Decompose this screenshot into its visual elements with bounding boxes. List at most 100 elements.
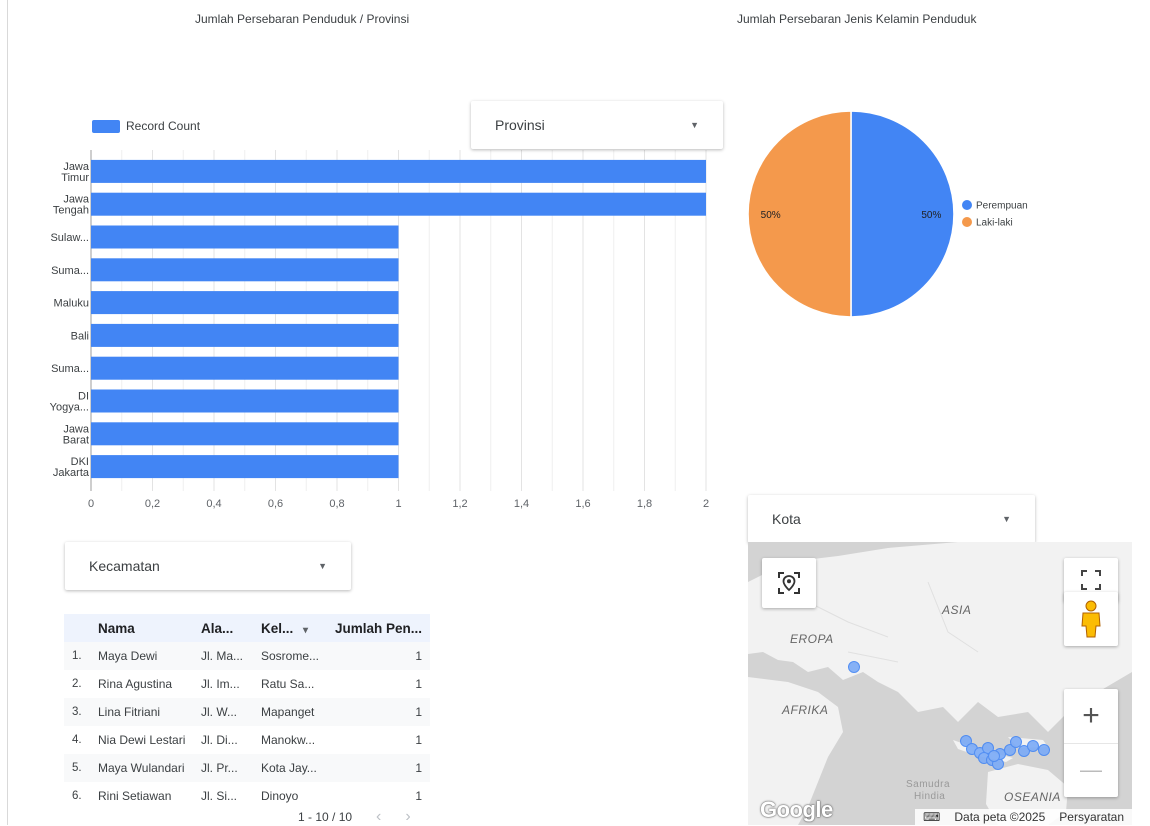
bar[interactable] [91, 389, 399, 413]
pie-slice-label: 50% [921, 210, 941, 221]
keyboard-icon[interactable]: ⌨ [923, 810, 940, 824]
row-index: 2. [72, 678, 82, 690]
fullscreen-icon [1081, 570, 1101, 590]
table-row: 6. Rini Setiawan Jl. Si... Dinoyo 1 [64, 782, 430, 810]
y-tick-label: Suma... [51, 265, 89, 277]
x-tick-label: 0,8 [329, 498, 344, 510]
map-label-oseania: OSEANIA [1004, 790, 1061, 804]
kota-filter-dropdown[interactable]: Kota ▼ [748, 495, 1035, 543]
cell-jumlah: 1 [415, 789, 422, 803]
provinsi-filter-dropdown[interactable]: Provinsi ▼ [471, 101, 723, 149]
kota-filter-label: Kota [772, 511, 801, 527]
header-kelurahan-label: Kel... [261, 620, 294, 636]
header-nama[interactable]: Nama [98, 621, 201, 636]
y-tick-label: Jawa Barat [63, 423, 90, 446]
cell-alamat: Jl. W... [201, 705, 237, 719]
x-tick-label: 1,2 [452, 498, 467, 510]
map-view[interactable]: ASIA EROPA AFRIKA OSEANIA Samudra Hindia… [748, 542, 1132, 825]
pie-legend-swatch [962, 200, 972, 210]
cell-nama: Nia Dewi Lestari [98, 733, 186, 747]
cell-kelurahan: Manokw... [261, 733, 316, 747]
map-data-attribution: Data peta ©2025 [954, 810, 1046, 824]
bar[interactable] [91, 323, 399, 347]
bar[interactable] [91, 422, 399, 446]
x-tick-label: 0,4 [206, 498, 221, 510]
row-index: 5. [72, 762, 82, 774]
x-tick-label: 0,6 [268, 498, 283, 510]
my-location-button[interactable] [762, 558, 816, 608]
map-terms-link[interactable]: Persyaratan [1059, 810, 1124, 824]
bar[interactable] [91, 291, 399, 315]
y-tick-label: DKI Jakarta [53, 456, 90, 479]
pie-slice-label: 50% [761, 210, 781, 221]
pegman-icon [1081, 600, 1101, 638]
bar[interactable] [91, 192, 706, 216]
zoom-in-button[interactable]: + [1064, 689, 1118, 744]
zoom-out-button[interactable]: — [1064, 744, 1118, 798]
table-body: 1. Maya Dewi Jl. Ma... Sosrome... 1 2. R… [64, 642, 430, 810]
x-tick-label: 0,2 [145, 498, 160, 510]
map-label-afrika: AFRIKA [782, 703, 829, 717]
bar[interactable] [91, 159, 706, 183]
pie-chart-title: Jumlah Persebaran Jenis Kelamin Penduduk [737, 12, 977, 26]
street-view-button[interactable] [1064, 592, 1118, 646]
pie-legend-swatch [962, 217, 972, 227]
cell-alamat: Jl. Di... [201, 733, 238, 747]
header-jumlah[interactable]: Jumlah Pen... [335, 621, 430, 636]
y-tick-label: Maluku [54, 298, 89, 310]
kecamatan-filter-dropdown[interactable]: Kecamatan ▼ [65, 542, 351, 590]
pie-legend-label[interactable]: Laki-laki [976, 218, 1013, 229]
table-pagination: 1 - 10 / 10 ‹ › [298, 808, 411, 826]
cell-alamat: Jl. Si... [201, 789, 238, 803]
cell-alamat: Jl. Pr... [201, 761, 238, 775]
table-row: 4. Nia Dewi Lestari Jl. Di... Manokw... … [64, 726, 430, 754]
cell-alamat: Jl. Ma... [201, 649, 244, 663]
pie-chart: 50% 50% Perempuan Laki-laki [747, 110, 1028, 318]
x-tick-label: 0 [88, 498, 94, 510]
y-tick-label: DI Yogya... [50, 391, 89, 414]
bar[interactable] [91, 356, 399, 380]
zoom-controls: + — [1064, 689, 1118, 797]
row-index: 1. [72, 650, 82, 662]
map-footer: ⌨ Data peta ©2025 Persyaratan [915, 809, 1132, 825]
table-row: 3. Lina Fitriani Jl. W... Mapanget 1 [64, 698, 430, 726]
cell-kelurahan: Dinoyo [261, 789, 299, 803]
row-index: 4. [72, 734, 82, 746]
table-row: 5. Maya Wulandari Jl. Pr... Kota Jay... … [64, 754, 430, 782]
bar[interactable] [91, 225, 399, 249]
row-index: 3. [72, 706, 82, 718]
bar[interactable] [91, 258, 399, 282]
x-tick-label: 2 [703, 498, 709, 510]
x-tick-label: 1,8 [637, 498, 652, 510]
next-page-icon[interactable]: › [405, 808, 410, 826]
google-logo: Google [760, 797, 833, 822]
cell-kelurahan: Sosrome... [261, 649, 320, 663]
table-row: 2. Rina Agustina Jl. Im... Ratu Sa... 1 [64, 670, 430, 698]
cell-alamat: Jl. Im... [201, 677, 240, 691]
x-tick-label: 1 [395, 498, 401, 510]
row-index: 6. [72, 790, 82, 802]
cell-kelurahan: Kota Jay... [261, 761, 317, 775]
header-kelurahan[interactable]: Kel... ▾ [261, 621, 335, 636]
chevron-down-icon: ▼ [690, 120, 699, 130]
prev-page-icon[interactable]: ‹ [376, 808, 381, 826]
provinsi-filter-label: Provinsi [495, 117, 545, 133]
kecamatan-filter-label: Kecamatan [89, 558, 160, 574]
sort-desc-icon: ▾ [303, 624, 309, 636]
cell-nama: Lina Fitriani [98, 705, 161, 719]
pie-legend-label[interactable]: Perempuan [976, 201, 1028, 212]
cell-nama: Maya Wulandari [98, 761, 185, 775]
bar[interactable] [91, 455, 399, 479]
map-label-samudra: Samudra [906, 779, 951, 790]
cell-jumlah: 1 [415, 649, 422, 663]
header-alamat[interactable]: Ala... [201, 621, 261, 636]
y-tick-label: Suma... [51, 363, 89, 375]
population-table: Nama Ala... Kel... ▾ Jumlah Pen... 1. Ma… [64, 614, 430, 810]
bar-chart: 0 0,2 0,4 0,6 0,8 1 1,2 1,4 1,6 1,8 2 Jawa Timur Jawa… [50, 150, 709, 510]
y-tick-label: Bali [71, 330, 89, 342]
location-icon [778, 572, 800, 594]
map-label-hindia: Hindia [914, 791, 946, 802]
y-tick-label: Jawa Timur [61, 161, 90, 184]
cell-nama: Rina Agustina [98, 677, 173, 691]
cell-jumlah: 1 [415, 677, 422, 691]
